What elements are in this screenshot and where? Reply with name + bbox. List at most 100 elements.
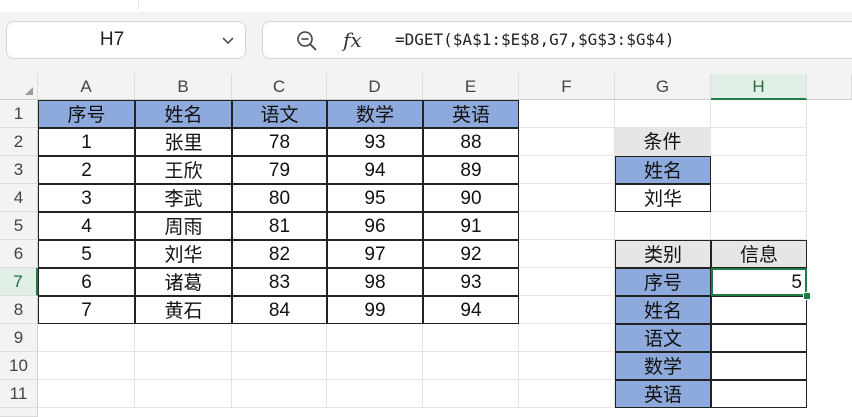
- cell-f11[interactable]: [519, 380, 615, 408]
- cell-g8[interactable]: 姓名: [615, 296, 711, 324]
- column-header-a[interactable]: A: [38, 74, 135, 100]
- cell-a1[interactable]: 序号: [38, 100, 135, 128]
- fill-handle[interactable]: [803, 292, 811, 300]
- cell-g4[interactable]: 刘华: [615, 184, 711, 212]
- cell-e3[interactable]: 89: [423, 156, 519, 184]
- cell-d7[interactable]: 98: [327, 268, 423, 296]
- spreadsheet-grid[interactable]: A B C D E F G H 1 2 3 4 5 6 7 8 9 10 11 序号 1 2 3 4 5 6 7 姓名 张里 王欣 李武 周雨…: [0, 74, 852, 417]
- cell-g6[interactable]: 类别: [615, 240, 711, 268]
- cell-c1[interactable]: 语文: [232, 100, 327, 128]
- cell-c11[interactable]: [232, 380, 327, 408]
- cell-b4[interactable]: 李武: [135, 184, 232, 212]
- cell-b10[interactable]: [135, 352, 232, 380]
- cell-b9[interactable]: [135, 324, 232, 352]
- cell-e4[interactable]: 90: [423, 184, 519, 212]
- cell-d5[interactable]: 96: [327, 212, 423, 240]
- cell-d11[interactable]: [327, 380, 423, 408]
- cell-h8[interactable]: [711, 296, 807, 324]
- cell-f1[interactable]: [519, 100, 615, 128]
- row-header-10[interactable]: 10: [0, 352, 38, 380]
- cell-c3[interactable]: 79: [232, 156, 327, 184]
- cell-h2[interactable]: [711, 128, 807, 156]
- cell-g7[interactable]: 序号: [615, 268, 711, 296]
- row-header-4[interactable]: 4: [0, 184, 38, 212]
- select-all-corner[interactable]: [0, 74, 38, 100]
- cell-f7[interactable]: [519, 268, 615, 296]
- cell-b3[interactable]: 王欣: [135, 156, 232, 184]
- cell-h4[interactable]: [711, 184, 807, 212]
- cell-a5[interactable]: 4: [38, 212, 135, 240]
- cell-c9[interactable]: [232, 324, 327, 352]
- cell-h5[interactable]: [711, 212, 807, 240]
- cell-a9[interactable]: [38, 324, 135, 352]
- cell-b5[interactable]: 周雨: [135, 212, 232, 240]
- cell-a8[interactable]: 7: [38, 296, 135, 324]
- cell-d1[interactable]: 数学: [327, 100, 423, 128]
- column-header-f[interactable]: F: [519, 74, 615, 100]
- cell-b11[interactable]: [135, 380, 232, 408]
- cell-e7[interactable]: 93: [423, 268, 519, 296]
- column-header-e[interactable]: E: [423, 74, 519, 100]
- cell-h3[interactable]: [711, 156, 807, 184]
- cell-a7[interactable]: 6: [38, 268, 135, 296]
- cell-e6[interactable]: 92: [423, 240, 519, 268]
- cell-g10[interactable]: 数学: [615, 352, 711, 380]
- formula-input-box[interactable]: fx =DGET($A$1:$E$8,G7,$G$3:$G$4): [262, 21, 852, 59]
- fx-icon[interactable]: fx: [343, 24, 362, 56]
- zoom-out-icon[interactable]: [295, 29, 319, 53]
- cell-f4[interactable]: [519, 184, 615, 212]
- cell-c6[interactable]: 82: [232, 240, 327, 268]
- cell-e5[interactable]: 91: [423, 212, 519, 240]
- column-header-overflow[interactable]: [807, 74, 852, 100]
- cell-e1[interactable]: 英语: [423, 100, 519, 128]
- cell-c2[interactable]: 78: [232, 128, 327, 156]
- cell-d9[interactable]: [327, 324, 423, 352]
- cell-h1[interactable]: [711, 100, 807, 128]
- column-header-c[interactable]: C: [232, 74, 327, 100]
- cell-b1[interactable]: 姓名: [135, 100, 232, 128]
- cell-d3[interactable]: 94: [327, 156, 423, 184]
- row-header-7[interactable]: 7: [0, 268, 38, 296]
- cell-b6[interactable]: 刘华: [135, 240, 232, 268]
- cell-f2[interactable]: [519, 128, 615, 156]
- row-header-5[interactable]: 5: [0, 212, 38, 240]
- row-header-2[interactable]: 2: [0, 128, 38, 156]
- cell-a2[interactable]: 1: [38, 128, 135, 156]
- cell-c10[interactable]: [232, 352, 327, 380]
- cell-b8[interactable]: 黄石: [135, 296, 232, 324]
- row-header-3[interactable]: 3: [0, 156, 38, 184]
- row-header-6[interactable]: 6: [0, 240, 38, 268]
- column-header-g[interactable]: G: [615, 74, 711, 100]
- cell-g1[interactable]: [615, 100, 711, 128]
- row-header-overflow[interactable]: [0, 408, 38, 417]
- column-header-d[interactable]: D: [327, 74, 423, 100]
- cell-f6[interactable]: [519, 240, 615, 268]
- cell-a11[interactable]: [38, 380, 135, 408]
- cell-g5[interactable]: [615, 212, 711, 240]
- cell-g3[interactable]: 姓名: [615, 156, 711, 184]
- cell-h6[interactable]: 信息: [711, 240, 807, 268]
- cell-e10[interactable]: [423, 352, 519, 380]
- cell-d6[interactable]: 97: [327, 240, 423, 268]
- row-header-8[interactable]: 8: [0, 296, 38, 324]
- cell-e8[interactable]: 94: [423, 296, 519, 324]
- cell-h10[interactable]: [711, 352, 807, 380]
- cell-a4[interactable]: 3: [38, 184, 135, 212]
- cell-d10[interactable]: [327, 352, 423, 380]
- cell-d4[interactable]: 95: [327, 184, 423, 212]
- cell-c8[interactable]: 84: [232, 296, 327, 324]
- cell-g2[interactable]: 条件: [615, 128, 711, 156]
- formula-text[interactable]: =DGET($A$1:$E$8,G7,$G$3:$G$4): [395, 22, 674, 58]
- cell-f3[interactable]: [519, 156, 615, 184]
- row-header-1[interactable]: 1: [0, 100, 38, 128]
- cell-d8[interactable]: 99: [327, 296, 423, 324]
- name-box-value[interactable]: H7: [7, 22, 217, 58]
- name-box[interactable]: H7: [6, 21, 246, 59]
- cell-a10[interactable]: [38, 352, 135, 380]
- cell-f10[interactable]: [519, 352, 615, 380]
- cell-f5[interactable]: [519, 212, 615, 240]
- cell-e9[interactable]: [423, 324, 519, 352]
- chevron-down-icon[interactable]: [219, 31, 237, 49]
- cell-f9[interactable]: [519, 324, 615, 352]
- cell-a3[interactable]: 2: [38, 156, 135, 184]
